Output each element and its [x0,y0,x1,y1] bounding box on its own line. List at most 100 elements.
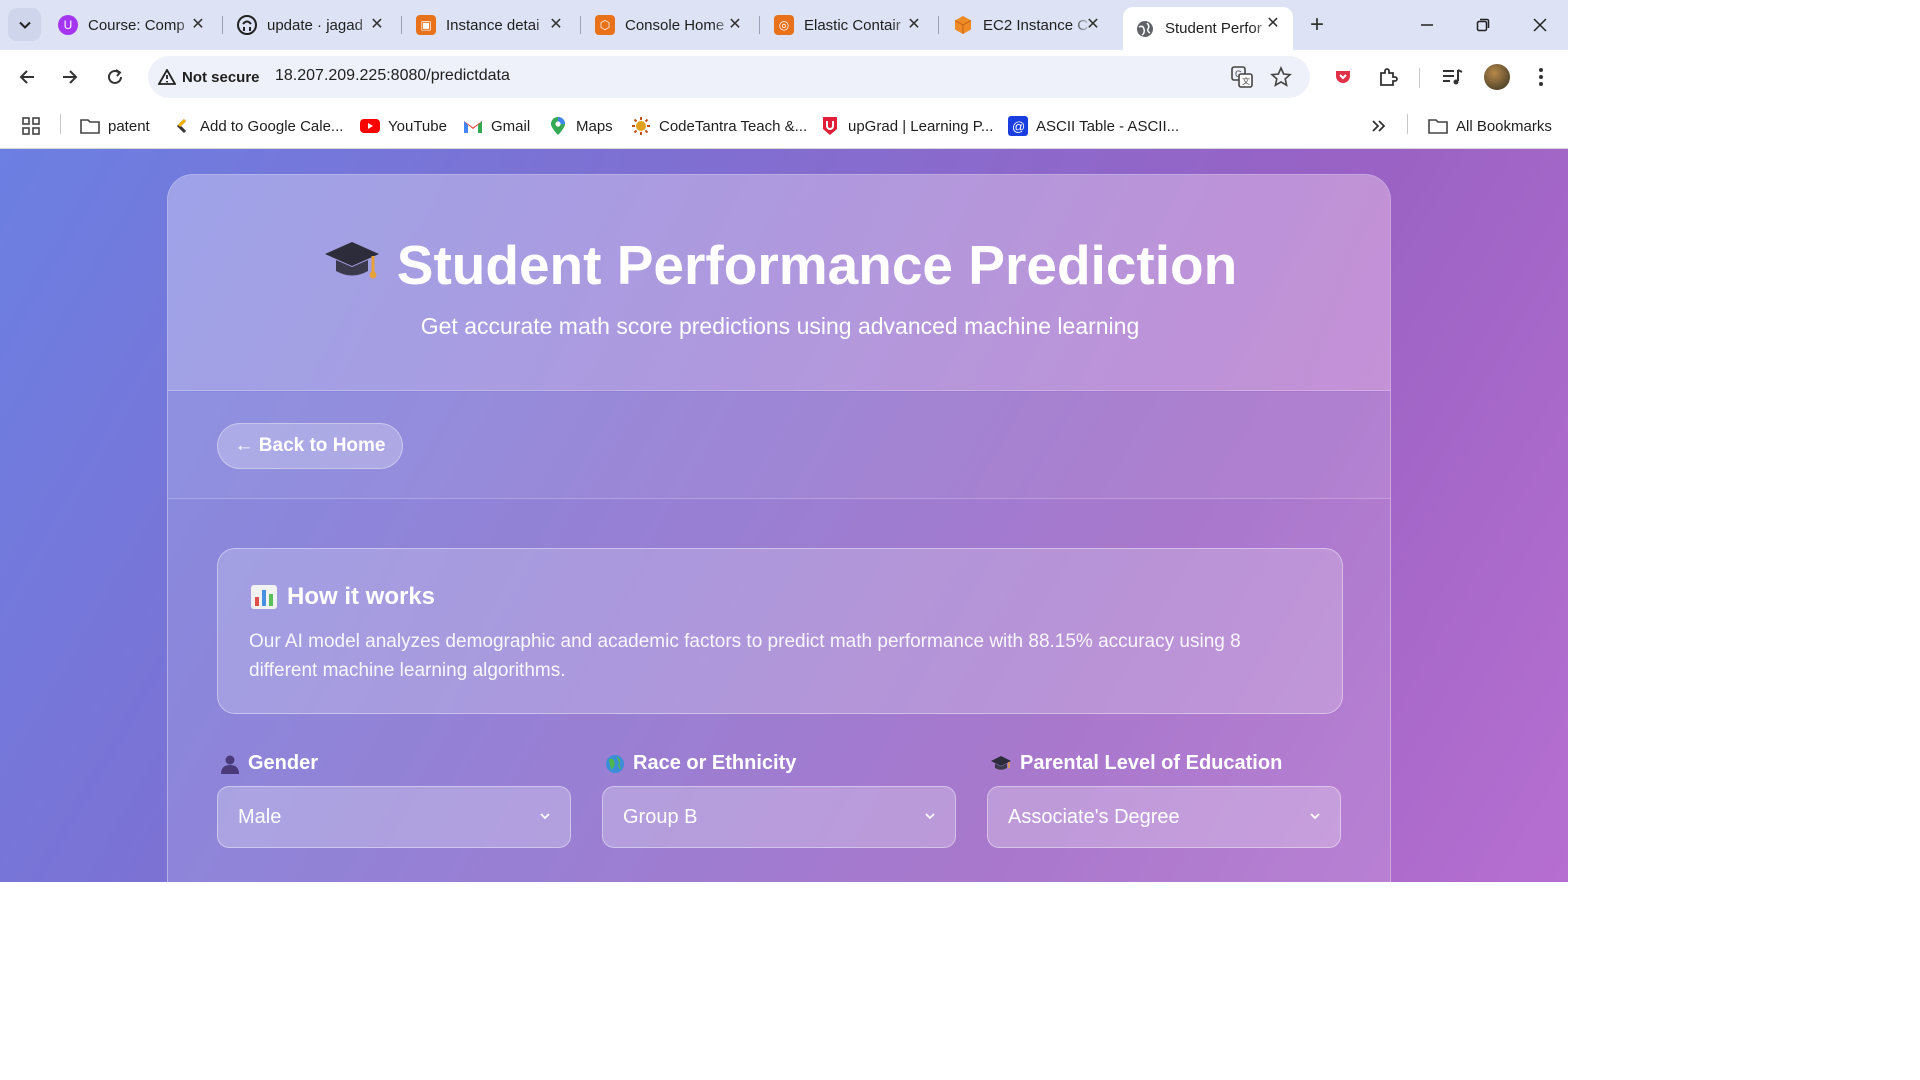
bookmark-star-icon[interactable] [1269,65,1293,89]
race-label: Race or Ethnicity [605,752,796,775]
close-icon [1533,18,1547,32]
gender-select[interactable]: Male [217,786,571,848]
tab-title: EC2 Instance C [983,16,1089,34]
reload-icon [108,69,122,84]
gmail-icon [463,116,483,136]
back-button[interactable] [10,60,44,94]
tab-ec2-instance[interactable]: EC2 Instance C ✕ [941,8,1113,42]
page-subtitle: Get accurate math score predictions usin… [420,313,1140,339]
toolbar-separator [1419,68,1420,88]
reload-button[interactable] [98,60,132,94]
tab-elastic-container[interactable]: ◎ Elastic Contair ✕ [762,8,934,42]
parental-education-select[interactable]: Associate's Degree [987,786,1341,848]
race-label-text: Race or Ethnicity [633,752,797,774]
bookmarks-bar: patent Add to Google Cale... YouTube Gma… [0,104,1568,149]
tab-title: Instance detai [446,16,540,34]
restore-button[interactable] [1455,0,1511,50]
hero-header: Student Performance Prediction Get accur… [168,175,1390,391]
info-description: Our AI model analyzes demographic and ac… [249,631,1241,681]
parental-education-label-text: Parental Level of Education [1020,752,1283,774]
arrow-left-icon [19,70,34,84]
arrow-right-icon [63,70,78,84]
all-bookmarks-label: All Bookmarks [1456,117,1552,135]
bookmark-ascii-table[interactable]: @ ASCII Table - ASCII... [1008,112,1179,140]
close-icon[interactable]: ✕ [1263,13,1283,33]
bookmark-label: YouTube [388,117,447,135]
tab-title: Student Perfor [1165,20,1262,37]
restore-icon [1476,18,1490,32]
tab-title: Elastic Contair [804,16,901,34]
globe-icon [605,754,625,774]
menu-kebab-icon[interactable] [1526,62,1556,92]
chevron-down-icon [1310,813,1320,820]
close-icon[interactable]: ✕ [367,14,387,34]
all-bookmarks-button[interactable]: All Bookmarks [1428,112,1552,140]
close-window-button[interactable] [1512,0,1568,50]
bookmark-label: Add to Google Cale... [200,117,344,135]
parental-education-label: Parental Level of Education [990,752,1282,775]
tab-udemy[interactable]: U Course: Comp ✕ [46,8,218,42]
chevron-down-icon [540,813,550,820]
back-bar: ← Back to Home [168,392,1390,499]
tab-console-home[interactable]: ⬡ Console Home ✕ [583,8,755,42]
close-icon[interactable]: ✕ [188,14,208,34]
close-icon[interactable]: ✕ [904,14,924,34]
new-tab-button[interactable]: + [1302,10,1332,40]
how-it-works-box: How it works Our AI model analyzes demog… [217,548,1343,714]
close-icon[interactable]: ✕ [1083,14,1103,34]
bookmark-patent[interactable]: patent [80,112,150,140]
browser-toolbar: Not secure 18.207.209.225:8080/predictda… [0,50,1568,104]
media-controls-icon[interactable] [1437,62,1467,92]
bookmark-maps[interactable]: Maps [548,112,613,140]
globe-icon [1135,19,1155,39]
svg-text:@: @ [1012,119,1025,134]
race-select[interactable]: Group B [602,786,956,848]
folder-icon [80,116,100,136]
upgrad-icon [820,116,840,136]
bookmark-label: ASCII Table - ASCII... [1036,117,1180,135]
bookmark-youtube[interactable]: YouTube [360,112,447,140]
close-icon[interactable]: ✕ [725,14,745,34]
extension-pocket-icon[interactable] [1328,62,1358,92]
parental-education-value: Associate's Degree [1008,805,1180,828]
url-text[interactable]: 18.207.209.225:8080/predictdata [275,67,510,85]
maps-icon [548,116,568,136]
svg-text:文: 文 [1242,76,1250,86]
more-bookmarks-button[interactable] [1368,112,1396,140]
tab-search-button[interactable] [8,8,41,41]
minimize-button[interactable] [1399,0,1455,50]
tab-instance-details[interactable]: ▣ Instance detai ✕ [404,8,576,42]
bookmark-separator [60,114,61,134]
back-to-home-button[interactable]: ← Back to Home [217,423,403,469]
graduation-cap-icon [323,237,381,301]
page-viewport: Student Performance Prediction Get accur… [0,149,1568,882]
apps-grid-icon [21,116,41,136]
bookmark-codetantra[interactable]: CodeTantra Teach &... [631,112,807,140]
security-indicator[interactable]: Not secure [158,64,260,90]
close-icon[interactable]: ✕ [546,14,566,34]
minimize-icon [1421,24,1433,26]
page-title-text: Student Performance Prediction [396,234,1238,296]
tab-student-performance[interactable]: Student Perfor ✕ [1123,7,1293,50]
bookmark-google-calendar[interactable]: Add to Google Cale... [172,112,343,140]
tab-separator [759,16,760,34]
double-chevron-right-icon [1368,116,1388,136]
tab-github[interactable]: update · jagad ✕ [225,8,397,42]
bookmark-label: Maps [576,117,613,135]
info-title: How it works [251,583,435,611]
bookmark-label: patent [108,117,150,135]
address-bar[interactable]: Not secure 18.207.209.225:8080/predictda… [148,56,1310,98]
aws-cube-icon [953,15,973,35]
translate-icon[interactable]: G文 [1230,65,1254,89]
profile-avatar[interactable] [1484,64,1510,90]
tab-separator [401,16,402,34]
bookmark-upgrad[interactable]: upGrad | Learning P... [820,112,993,140]
bookmark-gmail[interactable]: Gmail [463,112,530,140]
forward-button[interactable] [53,60,87,94]
chevron-down-icon [18,21,31,29]
extensions-puzzle-icon[interactable] [1373,62,1403,92]
chevron-down-icon [925,813,935,820]
apps-button[interactable] [21,112,49,140]
bookmark-label: CodeTantra Teach &... [659,117,808,135]
github-icon [237,15,257,35]
